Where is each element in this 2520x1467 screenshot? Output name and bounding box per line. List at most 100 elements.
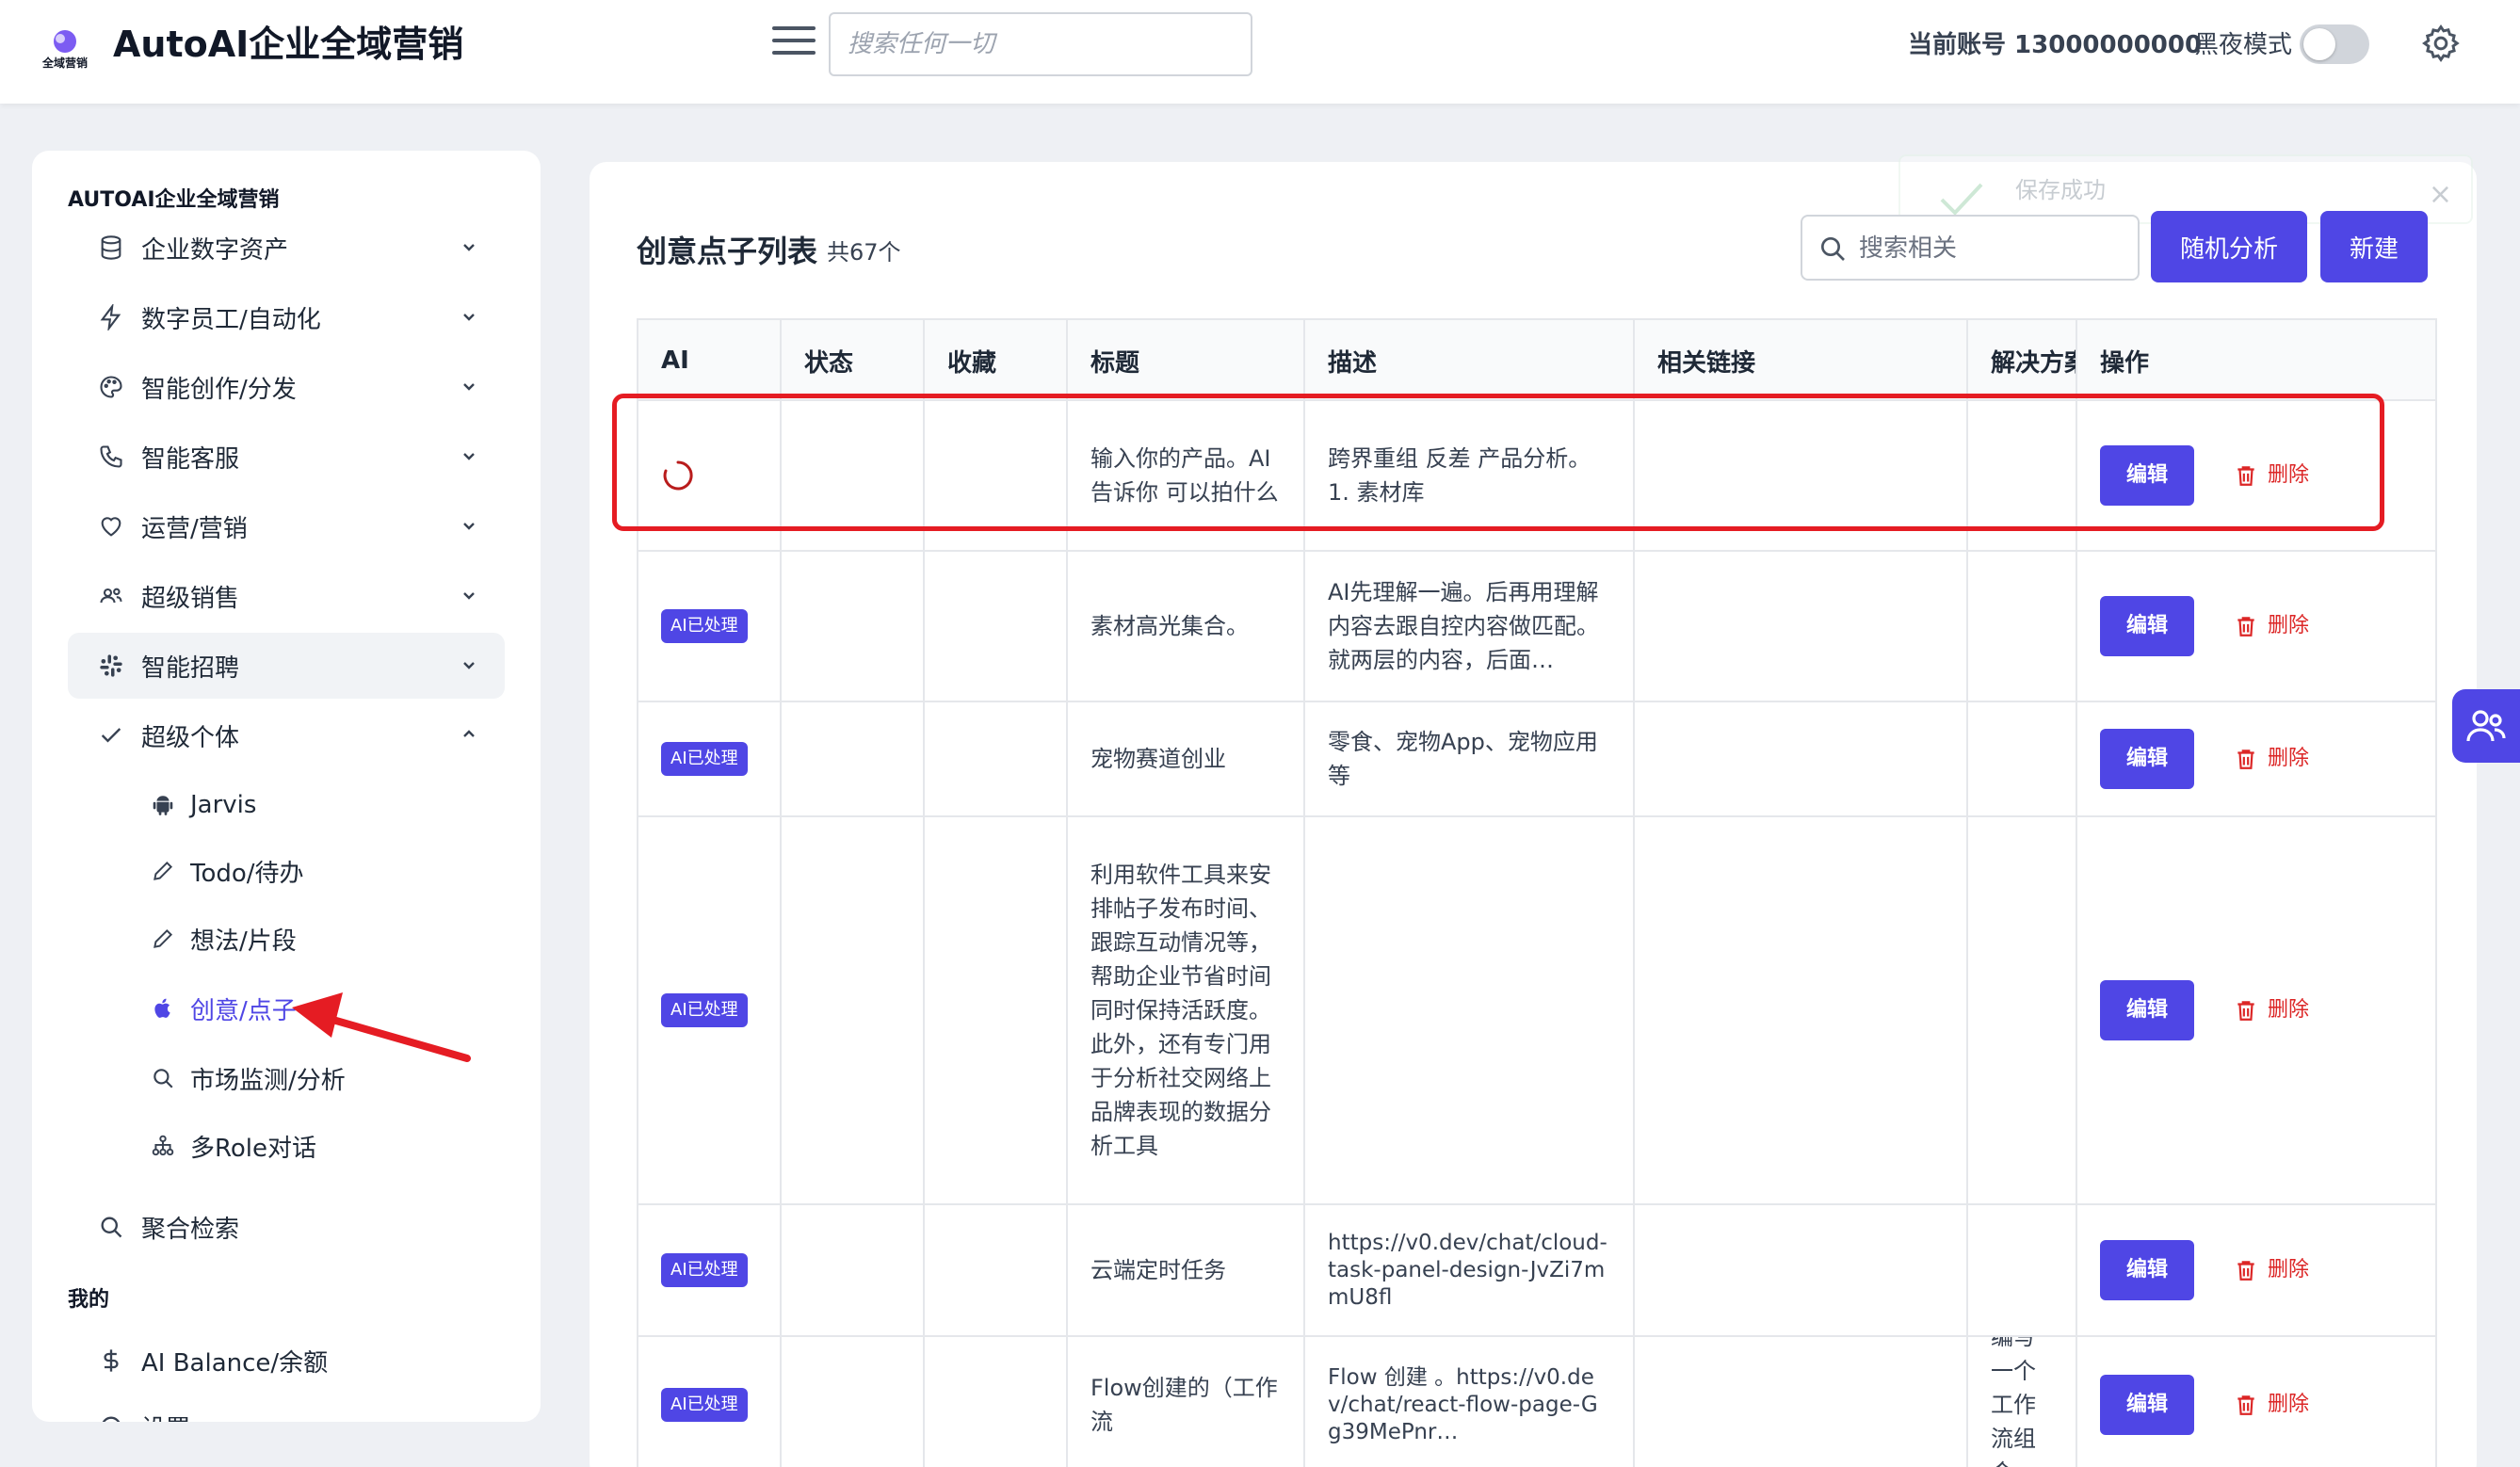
dark-mode-toggle[interactable] [2300,24,2369,64]
delete-button[interactable]: 删除 [2234,980,2309,1040]
sidebar-item-digital-assets[interactable]: 企业数字资产 [68,215,505,281]
table-row: AI已处理 Flow创建的（工作流 Flow 创建 。https://v0.de… [638,1337,2435,1467]
actions-cell: 编辑 删除 [2077,552,2435,701]
delete-button[interactable]: 删除 [2234,729,2309,789]
sidebar-subitem-ideas-snippets[interactable]: 想法/片段 [115,908,492,970]
sidebar-item-settings[interactable]: 设置 [68,1394,505,1422]
ai-cell: AI已处理 [638,1337,782,1467]
column-header-status: 状态 [782,320,925,401]
chevron-down-icon [463,244,475,251]
sidebar-item-super-sales[interactable]: 超级销售 [68,563,505,629]
sidebar-item-operations[interactable]: 运营/营销 [68,493,505,559]
title-cell[interactable]: 云端定时任务 [1068,1205,1305,1335]
sidebar-subitem-multi-role[interactable]: 多Role对话 [115,1115,492,1177]
sidebar-item-super-individual[interactable]: 超级个体 [68,702,505,768]
random-analysis-button[interactable]: 随机分析 [2151,211,2307,282]
actions-cell: 编辑 删除 [2077,817,2435,1203]
sidebar-subitem-jarvis[interactable]: Jarvis [115,774,492,836]
status-cell [782,702,925,815]
title-cell[interactable]: 输入你的产品。AI告诉你 可以拍什么 [1068,401,1305,550]
sidebar-item-creation[interactable]: 智能创作/分发 [68,354,505,420]
search-icon [96,1212,126,1242]
description-cell: AI先理解一遍。后再用理解内容去跟自控内容做匹配。就两层的内容，后面… [1305,552,1635,701]
title-cell[interactable]: 素材高光集合。 [1068,552,1305,701]
column-header-links: 相关链接 [1635,320,1968,401]
delete-button[interactable]: 删除 [2234,1375,2309,1435]
sidebar-subitem-label: 创意/点子 [190,996,297,1025]
sidebar-item-label: 智能创作/分发 [141,375,297,404]
chevron-up-icon [463,730,475,737]
sidebar-item-digital-employee[interactable]: 数字员工/自动化 [68,284,505,350]
global-search-input[interactable] [829,12,1252,76]
table-row: AI已处理 宠物赛道创业 零食、宠物App、宠物应用等 编辑 删除 [638,702,2435,817]
users-icon [2466,710,2506,742]
favorite-cell [925,1337,1068,1467]
sidebar-subitem-label: 想法/片段 [190,927,297,956]
pencil-icon [149,857,177,885]
trash-icon [2237,750,2254,769]
sidebar-subitem-todo[interactable]: Todo/待办 [115,840,492,902]
links-cell [1635,1205,1968,1335]
sidebar-item-label: 聚合检索 [141,1215,240,1244]
favorite-cell [925,702,1068,815]
title-cell[interactable]: Flow创建的（工作流 [1068,1337,1305,1467]
list-search-input[interactable] [1859,228,2123,269]
brand-logo[interactable]: 全域营销 [36,21,94,79]
column-header-solution: 解决方案 [1968,320,2077,401]
solution-cell [1968,552,2077,701]
sidebar-item-label: 超级个体 [141,723,240,752]
edit-button[interactable]: 编辑 [2100,980,2194,1040]
solution-cell: 编写一个工作流组合 [1968,1337,2077,1467]
edit-button[interactable]: 编辑 [2100,1240,2194,1300]
title-cell[interactable]: 利用软件工具来安排帖子发布时间、跟踪互动情况等，帮助企业节省时间同时保持活跃度。… [1068,817,1305,1203]
description-cell: https://v0.dev/chat/cloud-task-panel-des… [1305,1205,1635,1335]
links-cell [1635,702,1968,815]
edit-button[interactable]: 编辑 [2100,445,2194,506]
delete-label: 删除 [2268,998,2310,1022]
title-cell[interactable]: 宠物赛道创业 [1068,702,1305,815]
contacts-float-button[interactable] [2452,689,2520,763]
dark-mode-label: 黑夜模式 [2194,31,2293,59]
list-search-box[interactable] [1801,215,2140,281]
description-text: AI先理解一遍。后再用理解内容去跟自控内容做匹配。就两层的内容，后面… [1328,579,1599,673]
sidebar-section-mine: 我的 [68,1288,110,1312]
sidebar-item-recruitment[interactable]: 智能招聘 [68,633,505,699]
edit-button[interactable]: 编辑 [2100,596,2194,656]
sidebar-item-aggregate-search[interactable]: 聚合检索 [68,1194,505,1260]
solution-cell [1968,817,2077,1203]
gear-icon[interactable] [2420,23,2462,64]
sidebar-subitem-market-monitor[interactable]: 市场监测/分析 [115,1047,492,1109]
edit-button[interactable]: 编辑 [2100,1375,2194,1435]
delete-label: 删除 [2268,614,2310,637]
edit-button[interactable]: 编辑 [2100,729,2194,789]
table-row: 输入你的产品。AI告诉你 可以拍什么 跨界重组 反差 产品分析。1. 素材库 编… [638,401,2435,552]
links-cell [1635,552,1968,701]
delete-button[interactable]: 删除 [2234,1240,2309,1300]
toggle-knob [2303,28,2335,60]
trash-icon [2237,1261,2254,1281]
ai-cell: AI已处理 [638,552,782,701]
status-cell [782,552,925,701]
item-count: 共67个 [827,239,901,266]
app-title: AutoAI企业全域营销 [113,24,464,65]
trash-icon [2237,466,2254,486]
sidebar-item-customer-service[interactable]: 智能客服 [68,424,505,490]
trash-icon [2237,1001,2254,1021]
delete-label: 删除 [2268,1393,2310,1416]
sidebar-item-label: 超级销售 [141,584,240,613]
ai-processed-badge: AI已处理 [661,609,748,643]
hierarchy-icon [149,1132,177,1160]
palette-icon [96,372,126,402]
sidebar-item-balance[interactable]: AI Balance/余额 [68,1328,505,1394]
sidebar-subitem-creative-ideas[interactable]: 创意/点子 [115,977,492,1040]
delete-button[interactable]: 删除 [2234,596,2309,656]
chevron-down-icon [463,592,475,600]
delete-button[interactable]: 删除 [2234,445,2309,506]
ai-processed-badge: AI已处理 [661,742,748,776]
description-text: Flow 创建 。https://v0.dev/chat/react-flow-… [1328,1364,1598,1444]
close-icon[interactable]: × [2429,181,2452,209]
new-button[interactable]: 新建 [2320,211,2428,282]
actions-cell: 编辑 删除 [2077,401,2435,550]
hamburger-menu-icon[interactable] [772,26,816,64]
heart-icon [96,511,126,541]
